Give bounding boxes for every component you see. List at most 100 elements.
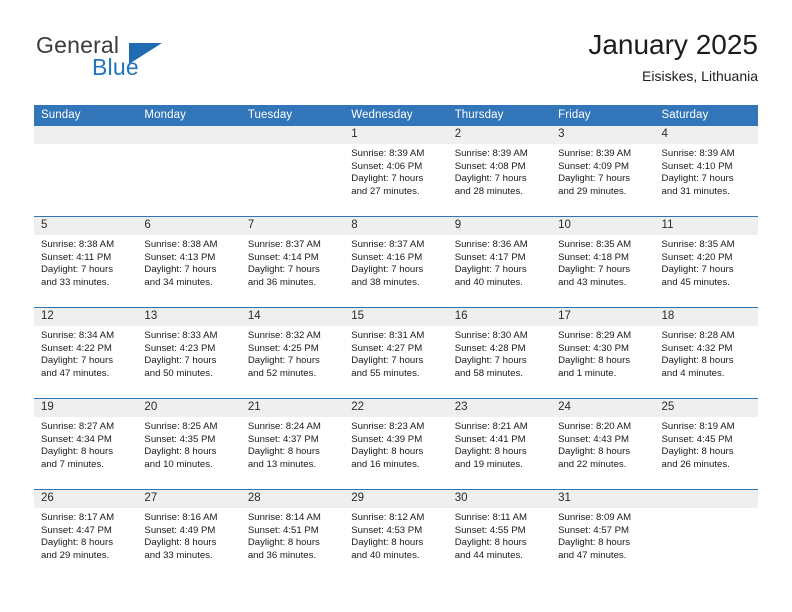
- calendar-day-cell[interactable]: 29 Sunrise: 8:12 AM Sunset: 4:53 PM Dayligh…: [344, 489, 448, 580]
- sunset-text: Sunset: 4:39 PM: [351, 433, 423, 445]
- daylight-text: and 4 minutes.: [661, 367, 725, 379]
- sunset-text: Sunset: 4:35 PM: [144, 433, 216, 445]
- daylight-text: Daylight: 7 hours: [144, 355, 217, 367]
- weekday-header-thursday: Thursday: [447, 105, 552, 126]
- sunrise-text: Sunrise: 8:39 AM: [558, 148, 632, 159]
- calendar-day-cell[interactable]: 10 Sunrise: 8:35 AM Sunset: 4:18 PM Dayligh…: [551, 216, 655, 308]
- daylight-text: and 31 minutes.: [661, 185, 730, 197]
- calendar-day-cell[interactable]: 23 Sunrise: 8:21 AM Sunset: 4:41 PM Dayligh…: [447, 398, 552, 490]
- sunrise-text: Sunrise: 8:21 AM: [454, 421, 528, 432]
- calendar-day-cell[interactable]: 5 Sunrise: 8:38 AM Sunset: 4:11 PM Daylight…: [34, 216, 138, 308]
- calendar-day-cell[interactable]: 24 Sunrise: 8:20 AM Sunset: 4:43 PM Dayligh…: [551, 398, 655, 490]
- calendar-day-cell[interactable]: 9 Sunrise: 8:36 AM Sunset: 4:17 PM Daylight…: [447, 216, 552, 308]
- day-details: Sunrise: 8:28 AM Sunset: 4:32 PM Daylight:…: [655, 326, 758, 380]
- sunset-text: Sunset: 4:30 PM: [558, 342, 630, 354]
- calendar-day-cell[interactable]: 27 Sunrise: 8:16 AM Sunset: 4:49 PM Dayligh…: [137, 489, 241, 580]
- day-details: Sunrise: 8:29 AM Sunset: 4:30 PM Daylight:…: [551, 326, 654, 380]
- calendar-table: Sunday Monday Tuesday Wednesday Thursday Frid…: [34, 105, 758, 580]
- daylight-text: and 16 minutes.: [351, 458, 420, 470]
- sunrise-text: Sunrise: 8:30 AM: [454, 330, 528, 341]
- calendar-day-cell[interactable]: 31 Sunrise: 8:09 AM Sunset: 4:57 PM Dayligh…: [551, 489, 655, 580]
- daylight-text: and 52 minutes.: [247, 367, 317, 379]
- calendar-day-cell-empty: [240, 126, 345, 217]
- daylight-text: and 45 minutes.: [661, 276, 730, 288]
- calendar-day-cell[interactable]: 15 Sunrise: 8:31 AM Sunset: 4:27 PM Dayligh…: [344, 307, 448, 399]
- calendar-day-cell[interactable]: 7 Sunrise: 8:37 AM Sunset: 4:14 PM Daylight…: [240, 216, 345, 308]
- calendar-day-cell[interactable]: 1 Sunrise: 8:39 AM Sunset: 4:06 PM Daylight…: [344, 126, 448, 217]
- sunrise-text: Sunrise: 8:34 AM: [41, 330, 115, 341]
- daylight-text: Daylight: 7 hours: [351, 264, 424, 276]
- daylight-text: Daylight: 7 hours: [144, 264, 217, 276]
- weekday-header-monday: Monday: [137, 105, 241, 126]
- calendar-day-cell[interactable]: 3 Sunrise: 8:39 AM Sunset: 4:09 PM Daylight…: [551, 126, 655, 217]
- sunrise-text: Sunrise: 8:19 AM: [661, 421, 735, 432]
- sunrise-text: Sunrise: 8:36 AM: [454, 239, 528, 250]
- sunrise-text: Sunrise: 8:31 AM: [351, 330, 425, 341]
- daylight-text: Daylight: 8 hours: [41, 537, 113, 549]
- calendar-day-cell[interactable]: 25 Sunrise: 8:19 AM Sunset: 4:45 PM Dayligh…: [654, 398, 758, 490]
- day-details: Sunrise: 8:11 AM Sunset: 4:55 PM Daylight:…: [448, 508, 551, 562]
- sunrise-text: Sunrise: 8:37 AM: [247, 239, 321, 250]
- sunset-text: Sunset: 4:37 PM: [247, 433, 319, 445]
- day-details: Sunrise: 8:33 AM Sunset: 4:23 PM Daylight:…: [137, 326, 240, 380]
- day-details: [241, 144, 344, 148]
- calendar-container: Sunday Monday Tuesday Wednesday Thursday Frid…: [34, 105, 758, 580]
- day-number: 18: [654, 308, 758, 326]
- calendar-day-cell[interactable]: 8 Sunrise: 8:37 AM Sunset: 4:16 PM Daylight…: [344, 216, 448, 308]
- day-number: 31: [551, 490, 655, 508]
- sunrise-text: Sunrise: 8:35 AM: [558, 239, 632, 250]
- calendar-day-cell[interactable]: 13 Sunrise: 8:33 AM Sunset: 4:23 PM Dayligh…: [137, 307, 241, 399]
- daylight-text: Daylight: 8 hours: [558, 355, 631, 367]
- day-number: 9: [447, 217, 552, 235]
- calendar-day-cell[interactable]: 14 Sunrise: 8:32 AM Sunset: 4:25 PM Dayligh…: [240, 307, 345, 399]
- day-details: Sunrise: 8:37 AM Sunset: 4:16 PM Daylight:…: [344, 235, 447, 289]
- calendar-day-cell[interactable]: 18 Sunrise: 8:28 AM Sunset: 4:32 PM Dayligh…: [654, 307, 758, 399]
- daylight-text: and 38 minutes.: [351, 276, 420, 288]
- day-details: Sunrise: 8:23 AM Sunset: 4:39 PM Daylight:…: [344, 417, 447, 471]
- daylight-text: and 13 minutes.: [247, 458, 317, 470]
- day-number: 25: [654, 399, 758, 417]
- day-number: 30: [447, 490, 552, 508]
- calendar-day-cell[interactable]: 12 Sunrise: 8:34 AM Sunset: 4:22 PM Dayligh…: [34, 307, 138, 399]
- calendar-day-cell[interactable]: 17 Sunrise: 8:29 AM Sunset: 4:30 PM Dayligh…: [551, 307, 655, 399]
- sunrise-text: Sunrise: 8:09 AM: [558, 512, 632, 523]
- day-details: [34, 144, 137, 148]
- calendar-week-row: 5 Sunrise: 8:38 AM Sunset: 4:11 PM Daylight…: [34, 216, 758, 308]
- daylight-text: Daylight: 7 hours: [351, 173, 424, 185]
- day-details: [655, 508, 758, 512]
- sunset-text: Sunset: 4:27 PM: [351, 342, 423, 354]
- daylight-text: Daylight: 8 hours: [144, 446, 217, 458]
- sunrise-text: Sunrise: 8:38 AM: [144, 239, 218, 250]
- sunrise-text: Sunrise: 8:28 AM: [661, 330, 735, 341]
- sunset-text: Sunset: 4:16 PM: [351, 251, 423, 263]
- sunset-text: Sunset: 4:18 PM: [558, 251, 630, 263]
- sunset-text: Sunset: 4:41 PM: [454, 433, 526, 445]
- calendar-day-cell[interactable]: 26 Sunrise: 8:17 AM Sunset: 4:47 PM Dayligh…: [34, 489, 138, 580]
- daylight-text: Daylight: 7 hours: [558, 264, 631, 276]
- day-number: 11: [654, 217, 758, 235]
- calendar-day-cell[interactable]: 16 Sunrise: 8:30 AM Sunset: 4:28 PM Dayligh…: [447, 307, 552, 399]
- daylight-text: Daylight: 8 hours: [661, 355, 734, 367]
- calendar-day-cell[interactable]: 20 Sunrise: 8:25 AM Sunset: 4:35 PM Dayligh…: [137, 398, 241, 490]
- calendar-day-cell[interactable]: 30 Sunrise: 8:11 AM Sunset: 4:55 PM Dayligh…: [447, 489, 552, 580]
- day-number: 12: [34, 308, 138, 326]
- daylight-text: Daylight: 8 hours: [351, 446, 424, 458]
- day-number: 13: [137, 308, 241, 326]
- general-blue-logo[interactable]: General Blue: [34, 32, 214, 86]
- sunset-text: Sunset: 4:06 PM: [351, 160, 423, 172]
- calendar-day-cell[interactable]: 4 Sunrise: 8:39 AM Sunset: 4:10 PM Daylight…: [654, 126, 758, 217]
- daylight-text: Daylight: 7 hours: [661, 173, 734, 185]
- daylight-text: and 40 minutes.: [454, 276, 523, 288]
- calendar-day-cell[interactable]: 19 Sunrise: 8:27 AM Sunset: 4:34 PM Dayligh…: [34, 398, 138, 490]
- day-details: Sunrise: 8:25 AM Sunset: 4:35 PM Daylight:…: [137, 417, 240, 471]
- day-number: 19: [34, 399, 138, 417]
- day-details: Sunrise: 8:30 AM Sunset: 4:28 PM Daylight:…: [448, 326, 551, 380]
- calendar-day-cell[interactable]: 28 Sunrise: 8:14 AM Sunset: 4:51 PM Dayligh…: [240, 489, 345, 580]
- sunset-text: Sunset: 4:57 PM: [558, 524, 630, 536]
- calendar-day-cell[interactable]: 2 Sunrise: 8:39 AM Sunset: 4:08 PM Daylight…: [447, 126, 552, 217]
- page-title: January 2025: [588, 29, 758, 60]
- calendar-day-cell[interactable]: 11 Sunrise: 8:35 AM Sunset: 4:20 PM Dayligh…: [654, 216, 758, 308]
- calendar-day-cell[interactable]: 22 Sunrise: 8:23 AM Sunset: 4:39 PM Dayligh…: [344, 398, 448, 490]
- calendar-day-cell[interactable]: 6 Sunrise: 8:38 AM Sunset: 4:13 PM Daylight…: [137, 216, 241, 308]
- calendar-day-cell[interactable]: 21 Sunrise: 8:24 AM Sunset: 4:37 PM Dayligh…: [240, 398, 345, 490]
